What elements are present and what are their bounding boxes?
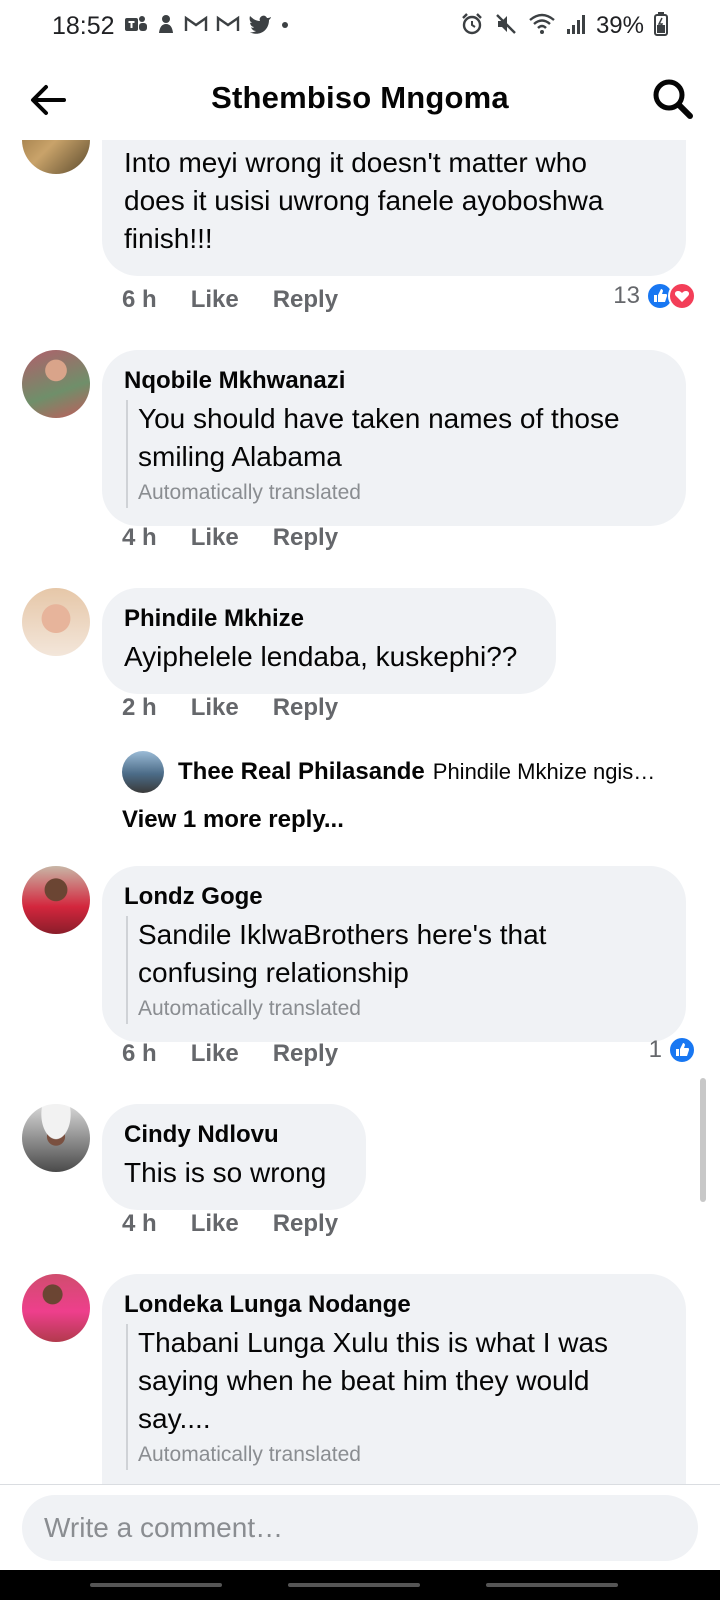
nav-handle-right[interactable] (486, 1583, 618, 1587)
search-icon (653, 79, 693, 119)
comment-text: Sandile IklwaBrothers here's that confus… (138, 919, 547, 988)
nav-handle-left[interactable] (90, 1583, 222, 1587)
view-more-replies-link[interactable]: View 1 more reply... (122, 806, 344, 834)
boxing-icon (156, 13, 176, 40)
comment-input[interactable] (22, 1495, 698, 1561)
battery-icon (654, 11, 668, 41)
comment-text: Ayiphelele lendaba, kuskephi?? (124, 641, 518, 672)
comment-actions: 4 h Like Reply (122, 524, 338, 552)
comment-author[interactable]: Londz Goge (124, 882, 664, 912)
comment-text: This is so wrong (124, 1157, 327, 1188)
alarm-icon (460, 12, 484, 41)
reaction-count: 13 (613, 282, 640, 309)
teams-icon (124, 13, 148, 40)
avatar[interactable] (22, 866, 90, 934)
comment-author[interactable]: Phindile Mkhize (124, 604, 534, 634)
comment-time[interactable]: 4 h (122, 1210, 157, 1238)
comment-text: You should have taken names of those smi… (138, 403, 620, 472)
gmail-icon (184, 15, 208, 38)
gmail-icon-2 (216, 15, 240, 38)
wifi-icon (528, 13, 556, 40)
comment-bubble[interactable]: Nqobile Mkhwanazi You should have taken … (102, 350, 686, 526)
top-app-bar: Sthembiso Mngoma (0, 60, 720, 140)
comment-bubble[interactable]: Into meyi wrong it doesn't matter who do… (102, 140, 686, 276)
comment-bubble[interactable]: Londz Goge Sandile IklwaBrothers here's … (102, 866, 686, 1042)
system-nav-bar (0, 1570, 720, 1600)
like-button[interactable]: Like (191, 524, 239, 552)
reaction-count: 1 (648, 1036, 662, 1063)
like-button[interactable]: Like (191, 1040, 239, 1068)
avatar[interactable] (22, 350, 90, 418)
comment-bubble[interactable]: Cindy Ndlovu This is so wrong (102, 1104, 366, 1210)
translation-label[interactable]: Automatically translated (138, 1440, 664, 1470)
reply-button[interactable]: Reply (273, 524, 338, 552)
reply-button[interactable]: Reply (273, 694, 338, 722)
translation-label[interactable]: Automatically translated (138, 478, 664, 508)
like-reaction-icon (668, 1036, 696, 1064)
translated-block: Sandile IklwaBrothers here's that confus… (126, 916, 664, 1024)
reactions-summary[interactable]: 1 (649, 1036, 696, 1064)
reply-button[interactable]: Reply (273, 1040, 338, 1068)
search-button[interactable] (650, 76, 696, 122)
avatar[interactable] (22, 1104, 90, 1172)
love-reaction-icon (668, 282, 696, 310)
comment-actions: 2 h Like Reply (122, 694, 338, 722)
status-bar: 18:52 39% (0, 0, 720, 54)
comment-author[interactable]: Londeka Lunga Nodange (124, 1290, 664, 1320)
battery-percent: 39% (595, 12, 644, 39)
comment-bubble[interactable]: Londeka Lunga Nodange Thabani Lunga Xulu… (102, 1274, 686, 1484)
status-time: 18:52 (52, 12, 115, 40)
app-screen: 18:52 39% Sthembiso Mngoma Into meyi wro… (0, 0, 720, 1600)
avatar[interactable] (22, 588, 90, 656)
like-button[interactable]: Like (191, 1210, 239, 1238)
reply-button[interactable]: Reply (273, 286, 338, 314)
comment-author[interactable]: Nqobile Mkhwanazi (124, 366, 664, 396)
comment-time[interactable]: 2 h (122, 694, 157, 722)
twitter-icon (248, 14, 272, 39)
reply-author[interactable]: Thee Real Philasande (178, 758, 425, 786)
comment-actions: 6 h Like Reply (122, 286, 338, 314)
scrollbar[interactable] (700, 1078, 706, 1202)
comment-composer-bar (0, 1484, 720, 1570)
comment-bubble[interactable]: Phindile Mkhize Ayiphelele lendaba, kusk… (102, 588, 556, 694)
avatar[interactable] (22, 140, 90, 174)
reply-snippet: Phindile Mkhize ngis… (432, 759, 656, 784)
translation-label[interactable]: Automatically translated (138, 994, 664, 1024)
comment-time[interactable]: 4 h (122, 524, 157, 552)
nav-handle-center[interactable] (288, 1583, 420, 1587)
avatar[interactable] (122, 751, 164, 793)
avatar[interactable] (22, 1274, 90, 1342)
mute-icon (494, 12, 518, 41)
comment-text: Thabani Lunga Xulu this is what I was sa… (138, 1327, 609, 1434)
comment-composer[interactable] (22, 1495, 698, 1561)
comment-text: Into meyi wrong it doesn't matter who do… (124, 147, 604, 254)
like-button[interactable]: Like (191, 694, 239, 722)
comment-time[interactable]: 6 h (122, 1040, 157, 1068)
translated-block: Thabani Lunga Xulu this is what I was sa… (126, 1324, 664, 1470)
dot-icon (280, 17, 290, 35)
comment-actions: 6 h Like Reply (122, 1040, 338, 1068)
reply-button[interactable]: Reply (273, 1210, 338, 1238)
reactions-summary[interactable]: 13 (613, 282, 696, 310)
comment-actions: 4 h Like Reply (122, 1210, 338, 1238)
comment-author[interactable]: Cindy Ndlovu (124, 1120, 344, 1150)
signal-icon (566, 13, 586, 40)
like-button[interactable]: Like (191, 286, 239, 314)
comments-list: Into meyi wrong it doesn't matter who do… (0, 140, 720, 1484)
comment-time[interactable]: 6 h (122, 286, 157, 314)
page-title: Sthembiso Mngoma (211, 80, 509, 115)
reply-preview[interactable]: Thee Real Philasande Phindile Mkhize ngi… (122, 750, 702, 794)
translated-block: You should have taken names of those smi… (126, 400, 664, 508)
